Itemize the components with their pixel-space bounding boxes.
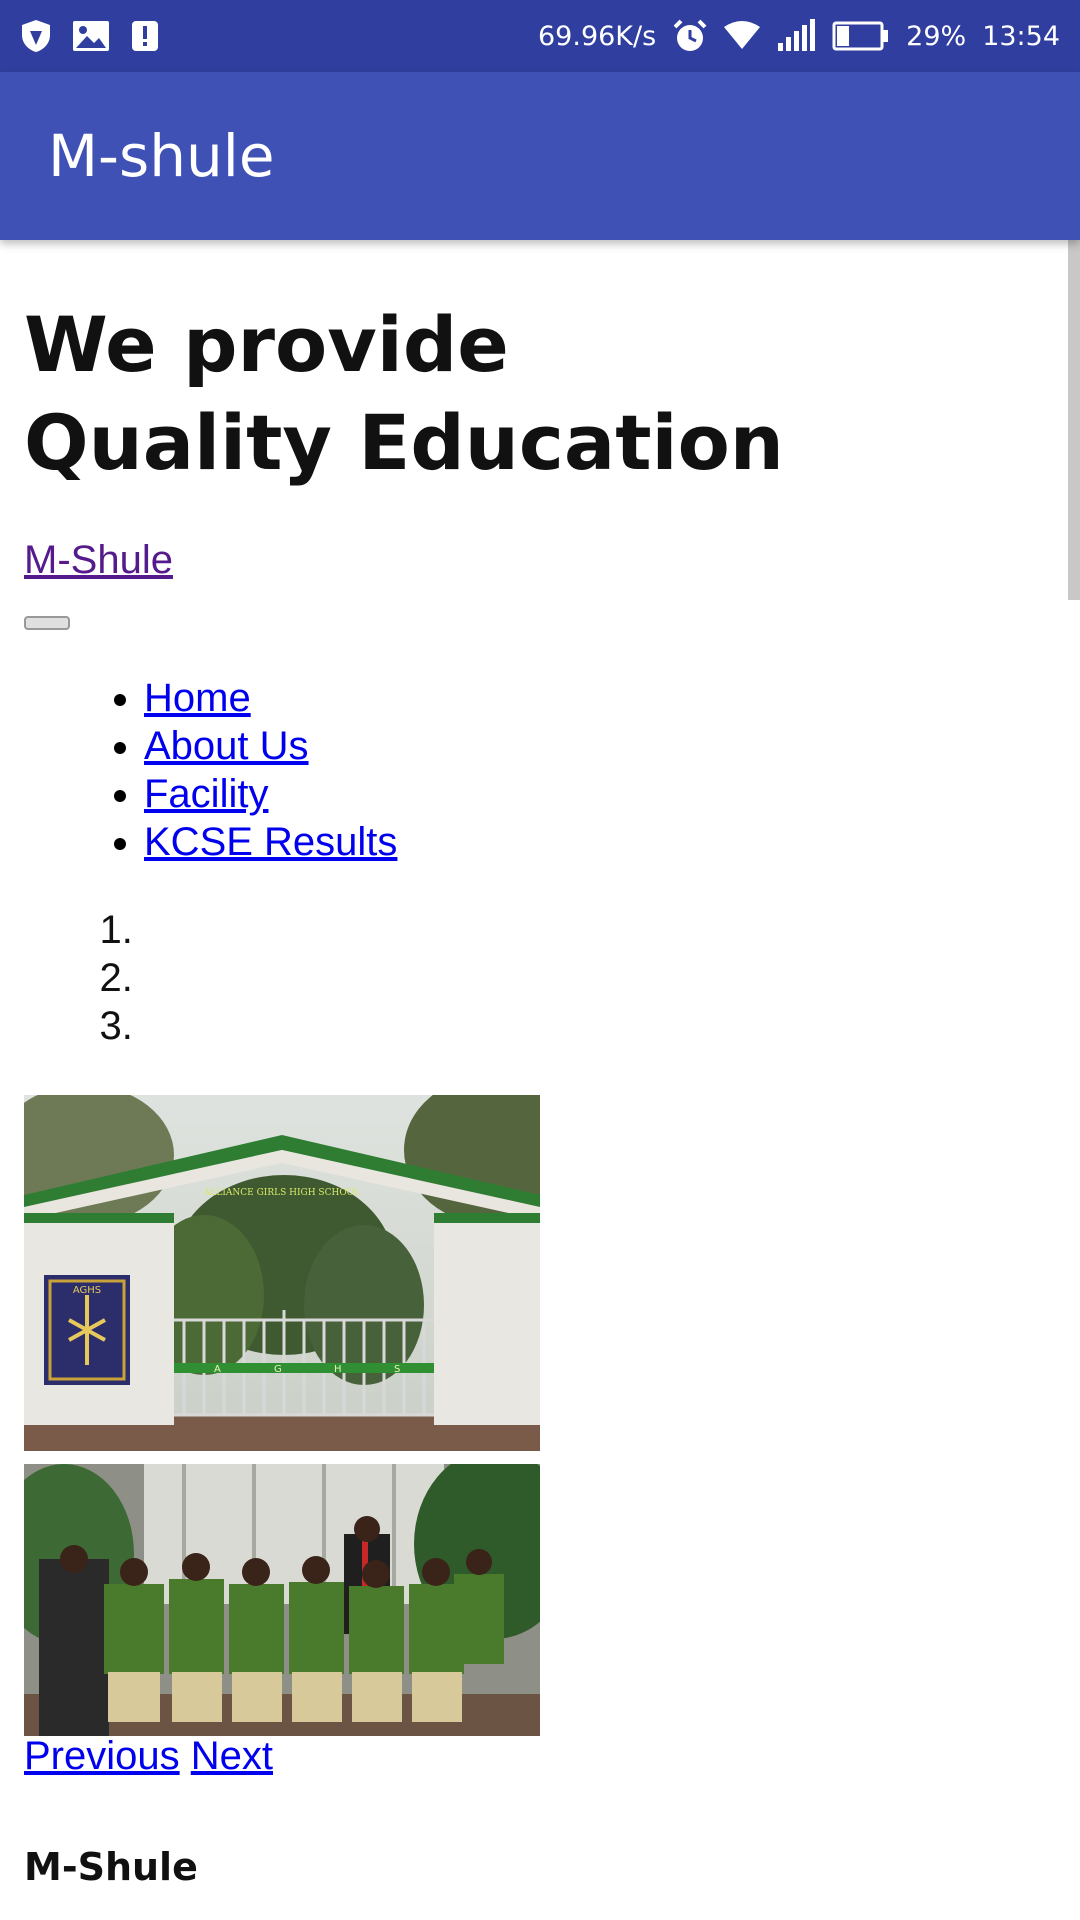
nav-link-home[interactable]: Home xyxy=(144,676,251,720)
nav-link-kcse-results[interactable]: KCSE Results xyxy=(144,820,397,864)
status-bar-right: 69.96K/s 29% 13:54 xyxy=(538,18,1060,54)
alert-icon xyxy=(130,20,160,52)
status-bar-left xyxy=(20,19,160,53)
battery-icon xyxy=(832,21,890,51)
image-icon xyxy=(72,20,110,52)
nav-item-facility: Facility xyxy=(144,770,397,818)
brand-link[interactable]: M-Shule xyxy=(24,538,173,583)
carousel-slide-gate-photo: AGHS ALLIANCE GIRLS HIGH SCHOOL A G H S xyxy=(24,1095,540,1451)
carousel-next-link[interactable]: Next xyxy=(191,1734,273,1778)
cell-signal-icon xyxy=(776,19,816,53)
gate-letter-4: S xyxy=(394,1364,400,1375)
app-title: M-shule xyxy=(48,122,275,190)
nav-item-about: About Us xyxy=(144,722,397,770)
carousel-previous-link[interactable]: Previous xyxy=(24,1734,180,1778)
carousel-indicators xyxy=(24,906,144,1050)
alarm-icon xyxy=(672,18,708,54)
nav-link-about[interactable]: About Us xyxy=(144,724,309,768)
gate-letter-1: A xyxy=(214,1364,221,1375)
carousel-slide-students-photo xyxy=(24,1464,540,1736)
shield-icon xyxy=(20,19,52,53)
webview-scrollbar[interactable] xyxy=(1068,240,1080,600)
nav-item-home: Home xyxy=(144,674,397,722)
crest-text: AGHS xyxy=(73,1285,101,1296)
nav-menu: Home About Us Facility KCSE Results xyxy=(24,674,397,866)
app-bar: M-shule xyxy=(0,72,1080,240)
status-bar: 69.96K/s 29% 13:54 xyxy=(0,0,1080,72)
network-speed: 69.96K/s xyxy=(538,20,657,52)
navbar-toggle-button[interactable] xyxy=(24,616,70,630)
nav-link-facility[interactable]: Facility xyxy=(144,772,268,816)
battery-percent: 29% xyxy=(906,20,967,52)
gate-letter-3: H xyxy=(334,1364,342,1375)
nav-item-kcse: KCSE Results xyxy=(144,818,397,866)
gate-letter-2: G xyxy=(274,1364,282,1375)
carousel-controls: Previous Next xyxy=(24,1734,273,1779)
hero-title: We provide Quality Education xyxy=(24,300,784,487)
clock: 13:54 xyxy=(982,20,1060,52)
footer-brand-heading: M-Shule xyxy=(24,1845,198,1889)
gate-sign-text: ALLIANCE GIRLS HIGH SCHOOL xyxy=(203,1188,360,1198)
wifi-icon xyxy=(724,21,761,51)
